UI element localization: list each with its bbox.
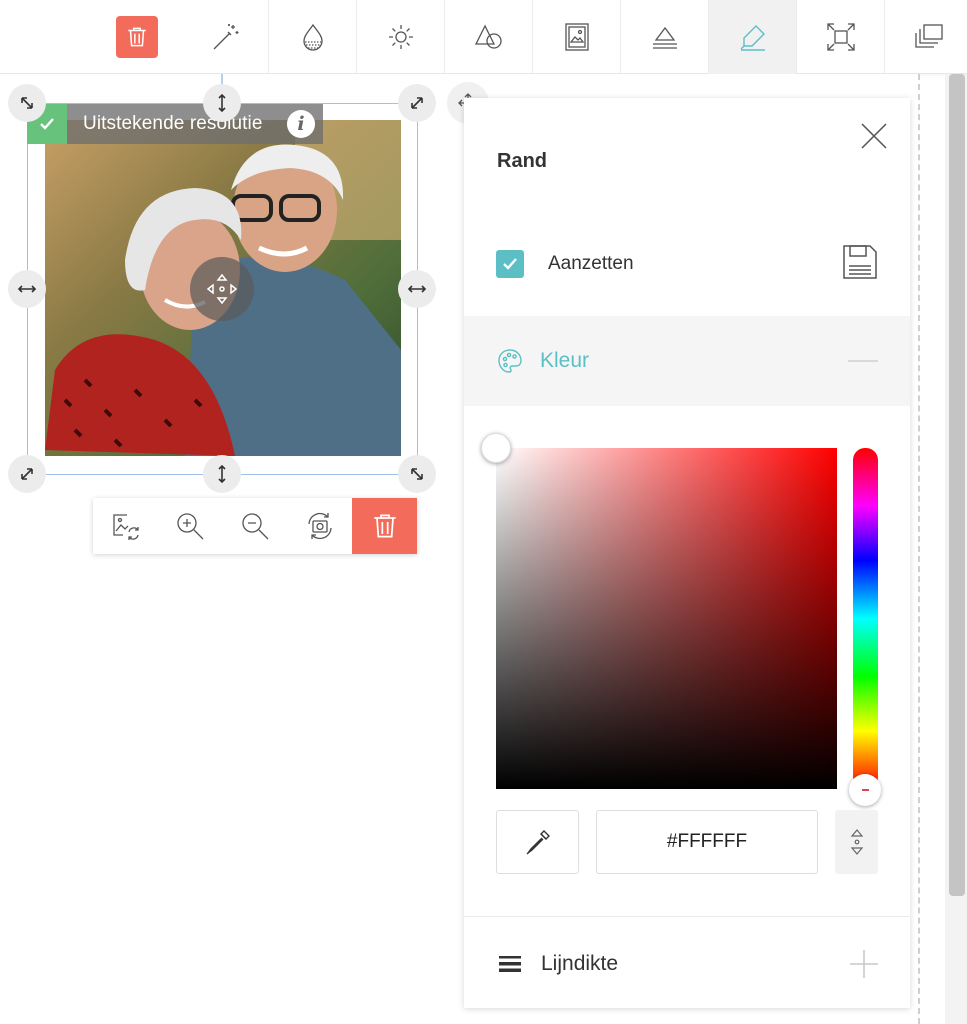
resize-handle-bottom-right[interactable] [398,455,436,493]
diagonal-arrow-icon [21,97,33,109]
scrollbar-thumb[interactable] [949,74,965,896]
line-width-icon [499,956,521,972]
horizontal-arrow-icon [407,285,427,293]
toolbar-shapes-button[interactable] [445,0,533,74]
expand-plus-icon[interactable] [850,950,878,978]
saturation-value-picker[interactable] [496,448,837,789]
enable-label: Aanzetten [548,253,634,274]
vertical-arrow-icon [218,464,226,484]
collapse-icon[interactable] [848,360,878,362]
resolution-badge: Uitstekende resolutie i [27,104,323,144]
zoom-out-button[interactable] [223,498,288,554]
resize-handle-right[interactable] [398,270,436,308]
diagonal-arrow-icon [21,468,33,480]
image-toolbar [93,498,417,554]
toolbar-layers-button[interactable] [885,0,967,74]
toolbar-frame-button[interactable] [533,0,621,74]
save-icon[interactable] [840,242,880,282]
layers-icon [915,24,943,48]
highlighter-icon [740,25,765,51]
magic-wand-icon [213,24,238,50]
rotate-camera-icon [308,512,332,540]
toolbar-fit-button[interactable] [797,0,885,74]
toolbar-align-button[interactable] [621,0,709,74]
zoom-in-icon [177,513,204,540]
line-width-section[interactable]: Lijndikte [464,916,910,1008]
sun-icon [388,25,413,49]
palette-icon [498,349,522,373]
eyedropper-button[interactable] [496,810,579,874]
delete-image-button[interactable] [352,498,417,554]
hex-color-input[interactable]: #FFFFFF [596,810,818,874]
zoom-out-icon [242,513,269,540]
line-width-label: Lijndikte [541,952,619,975]
diagonal-arrow-icon [411,97,423,109]
resize-handle-top-left[interactable] [8,84,46,122]
toolbar-border-button[interactable] [709,0,797,74]
close-icon[interactable] [858,120,890,152]
toolbar-transparency-button[interactable] [269,0,357,74]
toolbar-brightness-button[interactable] [357,0,445,74]
toolbar-delete-button[interactable] [93,0,181,74]
resize-handle-top-right[interactable] [398,84,436,122]
border-panel: Rand Aanzetten Kleur #FFFFFF Lijndikte [464,98,910,1008]
check-icon [503,258,517,270]
color-mode-toggle[interactable] [835,810,878,874]
trash-icon [116,16,158,58]
shapes-icon [474,24,502,49]
move-image-handle[interactable] [190,257,254,321]
page-edge-guide [918,74,920,1024]
hue-knob[interactable] [849,774,881,806]
saturation-knob[interactable] [481,433,511,463]
hue-slider[interactable] [853,448,878,789]
enable-row: Aanzetten [496,245,878,282]
diagonal-arrow-icon [411,468,423,480]
zoom-in-button[interactable] [158,498,223,554]
picture-frame-icon [564,23,589,51]
move-arrows-icon [206,273,238,305]
info-icon[interactable]: i [287,110,315,138]
eyedropper-icon [526,830,550,855]
top-toolbar [0,0,967,74]
align-layers-icon [652,26,677,49]
transparency-drop-icon [302,23,323,51]
editor-page: Uitstekende resolutie i Rand Aanzetten K… [0,0,967,1024]
resize-handle-bottom-left[interactable] [8,455,46,493]
rotate-image-button[interactable] [287,498,352,554]
fit-frame-icon [826,23,855,51]
panel-title: Rand [497,150,547,172]
enable-checkbox[interactable] [496,250,524,278]
color-section-header[interactable]: Kleur [464,316,910,406]
toolbar-magic-button[interactable] [181,0,269,74]
resolution-label: Uitstekende resolutie [83,113,263,134]
replace-image-button[interactable] [93,498,158,554]
color-section-label: Kleur [540,349,590,372]
trash-icon [373,514,396,538]
resize-handle-bottom[interactable] [203,455,241,493]
image-replace-icon [113,514,140,540]
resize-handle-left[interactable] [8,270,46,308]
horizontal-arrow-icon [17,285,37,293]
up-down-arrows-icon [850,829,863,855]
vertical-arrow-icon [218,93,226,113]
resize-handle-top[interactable] [203,84,241,122]
